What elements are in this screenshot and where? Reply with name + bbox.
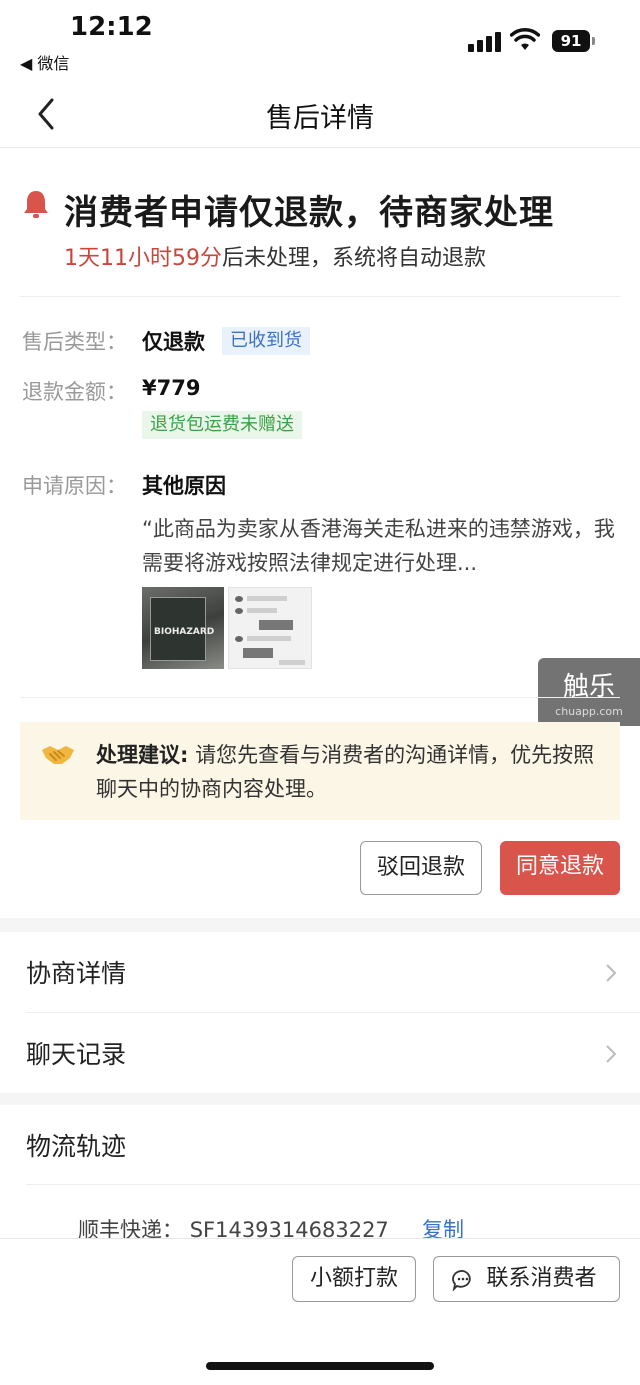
home-indicator[interactable]: [206, 1362, 434, 1370]
chat-bubble-icon: [452, 1270, 471, 1291]
advice-prefix: 处理建议:: [96, 743, 189, 767]
advice-text: 处理建议: 请您先查看与消费者的沟通详情，优先按照聊天中的协商内容处理。: [96, 738, 606, 806]
page-title: 售后详情: [266, 103, 374, 134]
game-box-caption: BIOHAZARD: [154, 627, 215, 637]
reject-refund-button[interactable]: 驳回退款: [360, 841, 482, 895]
status-time: 12:12: [70, 12, 153, 42]
battery-icon: 91: [552, 30, 590, 52]
countdown-time: 1天11小时59分: [64, 246, 222, 271]
chuapp-watermark: 触乐 chuapp.com: [538, 658, 640, 726]
battery-tip: [592, 37, 595, 45]
back-to-app-link[interactable]: ◀ 微信: [20, 50, 69, 74]
chat-records-label: 聊天记录: [26, 1040, 127, 1069]
refund-reason-value: 其他原因: [142, 474, 226, 498]
chat-records-item[interactable]: 聊天记录: [0, 1013, 640, 1093]
nav-bar: 售后详情: [0, 80, 640, 148]
small-payment-button[interactable]: 小额打款: [292, 1256, 416, 1302]
refund-reason-label: 申请原因：: [22, 474, 127, 498]
status-bar: 12:12 ◀ 微信 91: [0, 0, 640, 80]
evidence-photo-thumbnail[interactable]: BIOHAZARD: [142, 587, 224, 669]
aftersale-type-value: 仅退款: [142, 330, 205, 354]
logistics-tracking-item: 物流轨迹: [0, 1105, 640, 1185]
chevron-right-icon: [606, 964, 617, 982]
contact-consumer-button[interactable]: 联系消费者: [433, 1256, 620, 1302]
wifi-icon: [510, 28, 540, 50]
refund-amount-value: ¥779: [142, 376, 201, 400]
section-gap: [0, 1093, 640, 1105]
bell-icon: [24, 191, 48, 218]
chevron-right-icon: [606, 1045, 617, 1063]
divider: [20, 296, 620, 297]
negotiation-details-item[interactable]: 协商详情: [0, 932, 640, 1012]
chat-screenshot-thumbnail[interactable]: [228, 587, 312, 669]
cellular-signal-icon: [468, 30, 502, 52]
refund-status-headline: 消费者申请仅退款，待商家处理: [64, 193, 554, 233]
section-gap: [0, 918, 640, 932]
handling-advice-box: 处理建议: 请您先查看与消费者的沟通详情，优先按照聊天中的协商内容处理。: [20, 722, 620, 820]
negotiation-details-label: 协商详情: [26, 959, 127, 988]
logistics-tracking-label: 物流轨迹: [26, 1132, 127, 1161]
reason-description[interactable]: “此商品为卖家从香港海关走私进来的违禁游戏，我需要将游戏按照法律规定进行处理..…: [142, 512, 622, 580]
refund-amount-label: 退款金额：: [22, 380, 127, 404]
aftersale-type-label: 售后类型：: [22, 330, 127, 354]
auto-refund-countdown: 1天11小时59分后未处理，系统将自动退款: [64, 240, 486, 272]
contact-consumer-label: 联系消费者: [486, 1266, 597, 1291]
divider: [26, 1184, 640, 1185]
shipping-insurance-tag: 退货包运费未赠送: [142, 411, 302, 439]
handshake-icon: [42, 746, 74, 764]
watermark-url: chuapp.com: [555, 705, 623, 718]
agree-refund-button[interactable]: 同意退款: [500, 841, 620, 895]
countdown-text: 后未处理，系统将自动退款: [222, 246, 487, 271]
divider: [20, 697, 620, 698]
received-goods-tag: 已收到货: [222, 327, 310, 355]
